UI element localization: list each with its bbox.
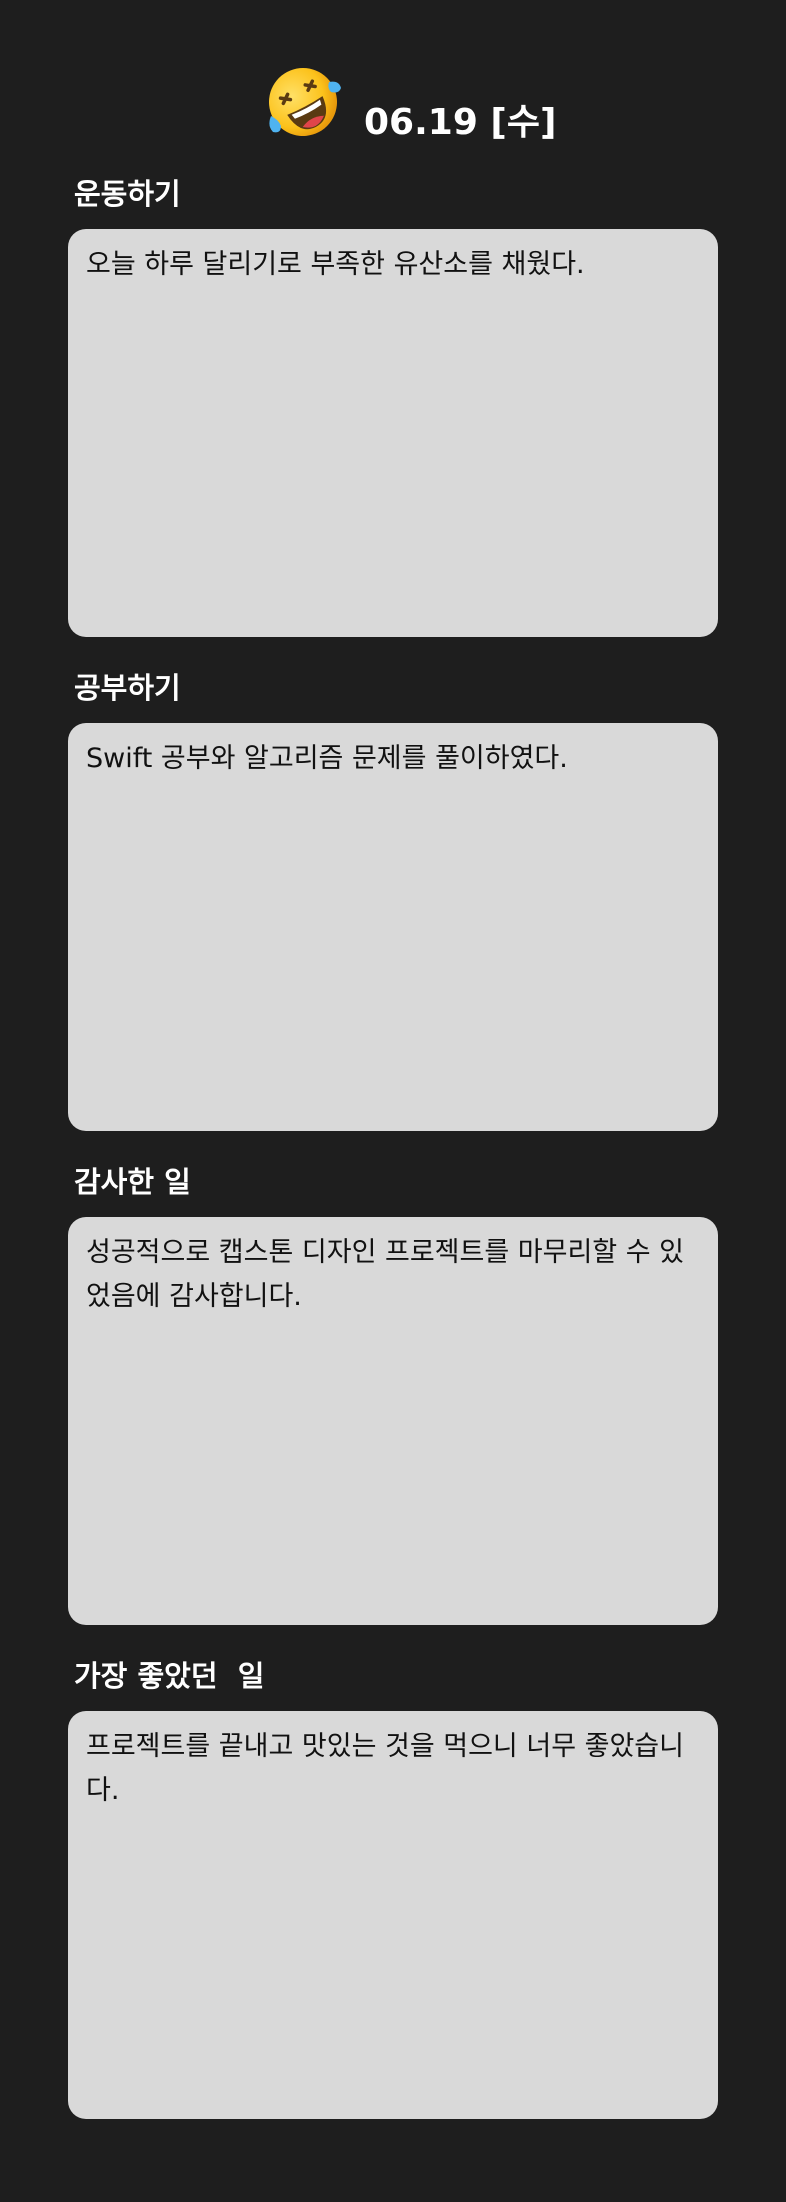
section-label-exercise: 운동하기	[74, 177, 181, 211]
entry-box-gratitude[interactable]: 성공적으로 캡스톤 디자인 프로젝트를 마무리할 수 있었음에 감사합니다.	[68, 1217, 718, 1625]
section-label-best-moment: 가장 좋았던 일	[74, 1659, 265, 1693]
entry-box-best-moment[interactable]: 프로젝트를 끝내고 맛있는 것을 먹으니 너무 좋았습니다.	[68, 1711, 718, 2119]
section-label-study: 공부하기	[74, 671, 181, 705]
entry-box-study[interactable]: Swift 공부와 알고리즘 문제를 풀이하였다.	[68, 723, 718, 1131]
entry-text-study: Swift 공부와 알고리즘 문제를 풀이하였다.	[86, 743, 568, 774]
entry-text-best-moment: 프로젝트를 끝내고 맛있는 것을 먹으니 너무 좋았습니다.	[86, 1731, 684, 1806]
entry-text-gratitude: 성공적으로 캡스톤 디자인 프로젝트를 마무리할 수 있었음에 감사합니다.	[86, 1237, 684, 1312]
entry-box-exercise[interactable]: 오늘 하루 달리기로 부족한 유산소를 채웠다.	[68, 229, 718, 637]
diary-header: 06.19 [수]	[0, 64, 786, 144]
section-label-gratitude: 감사한 일	[74, 1165, 191, 1199]
entry-text-exercise: 오늘 하루 달리기로 부족한 유산소를 채웠다.	[86, 249, 585, 280]
rolling-on-the-floor-laughing-icon	[269, 68, 341, 136]
date-title: 06.19 [수]	[364, 102, 557, 143]
